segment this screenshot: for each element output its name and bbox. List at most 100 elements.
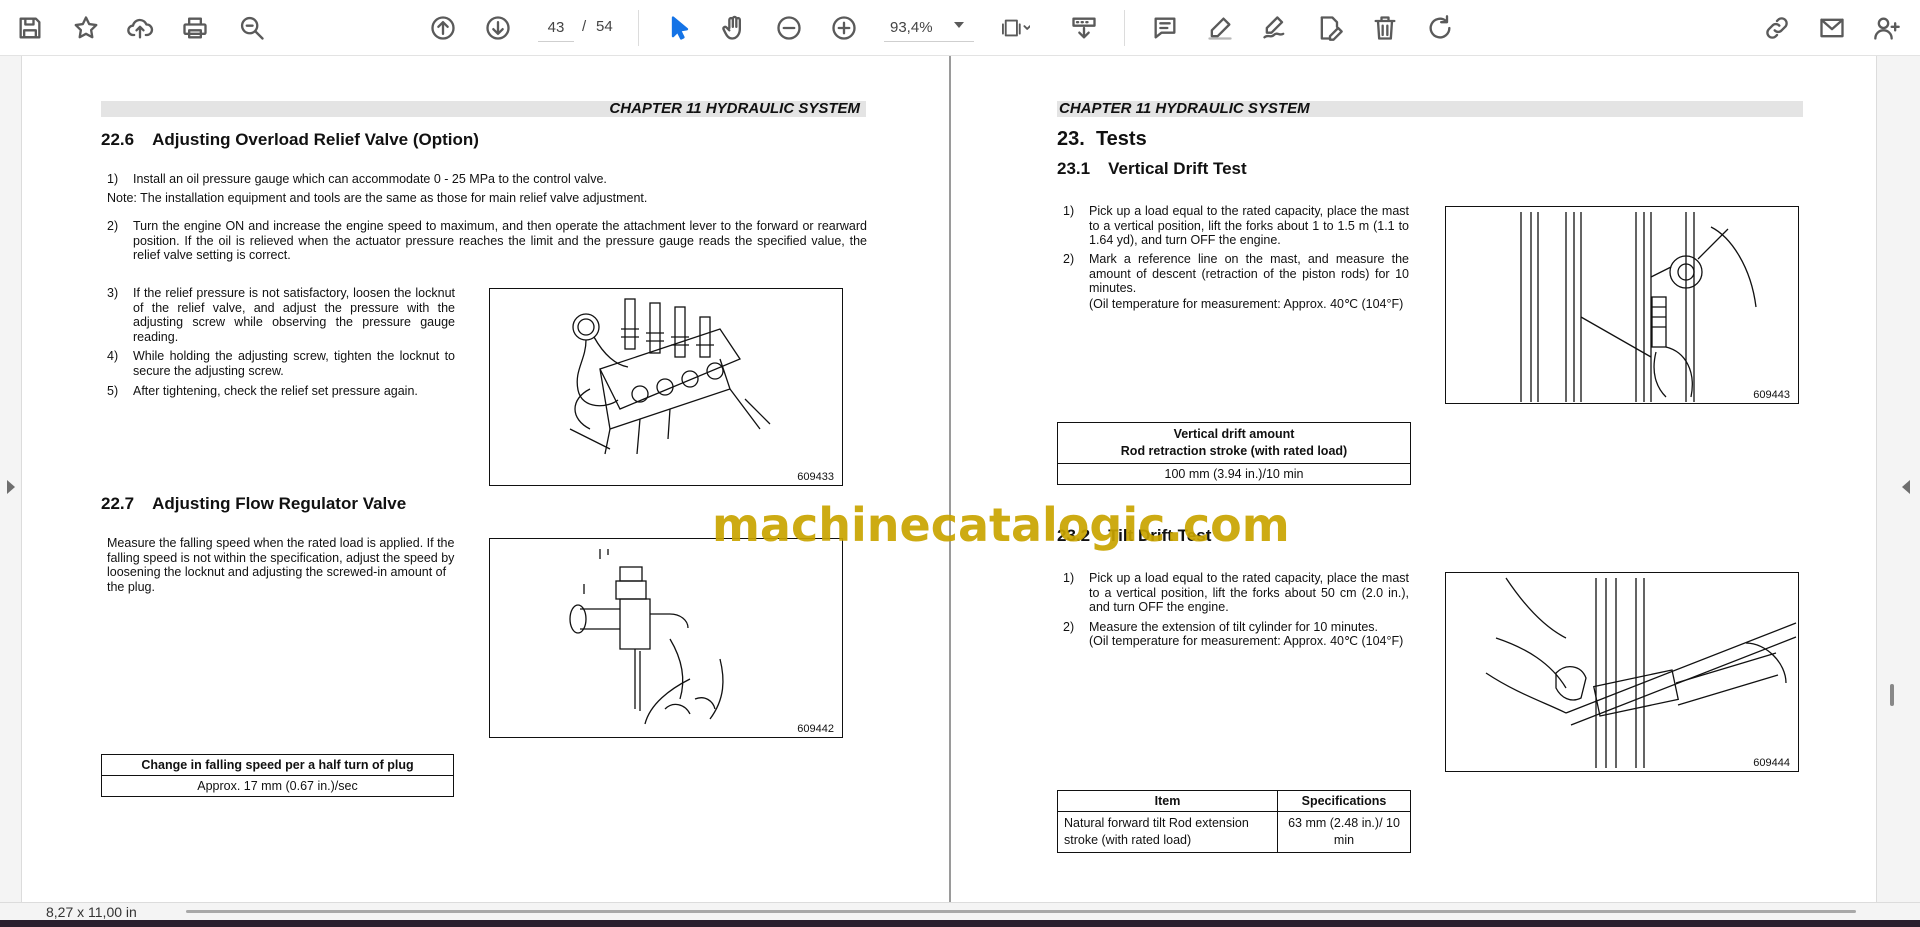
body-text: Measure the falling speed when the rated… [107, 536, 455, 594]
chevron-down-icon[interactable] [954, 22, 964, 28]
step-number: 4) [107, 349, 119, 363]
step-1: 1) Pick up a load equal to the rated cap… [1063, 204, 1409, 248]
select-cursor-icon[interactable] [660, 8, 700, 48]
table-cell: Approx. 17 mm (0.67 in.)/sec [101, 775, 454, 797]
table-cell: 63 mm (2.48 in.)/ 10 min [1277, 811, 1411, 853]
section-heading-22-6: 22.6 Adjusting Overload Relief Valve (Opt… [101, 130, 479, 150]
section-title: Adjusting Flow Regulator Valve [152, 494, 407, 513]
step-text: Pick up a load equal to the rated capaci… [1089, 204, 1409, 247]
note-text: Note: The installation equipment and too… [107, 191, 648, 205]
zoom-level-value: 93,4% [890, 19, 933, 36]
page-separator: / [582, 18, 587, 35]
figure-code: 609442 [797, 723, 834, 735]
tilt-cylinder-illustration [1485, 577, 1797, 768]
zoom-level-select[interactable]: 93,4% [884, 14, 974, 42]
fit-page-icon[interactable] [992, 8, 1040, 48]
share-link-icon[interactable] [1757, 8, 1797, 48]
page-total: 54 [596, 18, 613, 35]
search-zoom-icon[interactable] [232, 8, 272, 48]
table-cell: Natural forward tilt Rod extension strok… [1057, 811, 1278, 853]
rotate-icon[interactable] [1420, 8, 1460, 48]
section-number: 22.7 [101, 494, 135, 513]
left-panel-rail[interactable] [0, 56, 22, 902]
table-header: Item [1057, 790, 1278, 812]
figure-code: 609444 [1753, 757, 1790, 769]
horizontal-scrollbar[interactable] [186, 910, 1856, 913]
table-header-line-1: Vertical drift amount [1173, 427, 1295, 441]
table-header-line-2: Rod retraction stroke (with rated load) [1120, 444, 1348, 458]
section-number: 23. [1057, 128, 1085, 150]
cloud-upload-icon[interactable] [120, 8, 160, 48]
edit-text-icon[interactable] [1310, 8, 1350, 48]
step-number: 5) [107, 384, 119, 398]
comment-icon[interactable] [1145, 8, 1185, 48]
page-down-icon[interactable] [478, 8, 518, 48]
control-valve-illustration [569, 298, 771, 455]
step-text: Measure the extension of tilt cylinder f… [1089, 620, 1379, 634]
table-cell: 100 mm (3.94 in.)/10 min [1057, 463, 1411, 485]
zoom-in-icon[interactable] [824, 8, 864, 48]
delete-icon[interactable] [1365, 8, 1405, 48]
save-icon[interactable] [10, 8, 50, 48]
page-number-input[interactable] [538, 14, 574, 42]
figure-vertical-drift: 609443 [1445, 206, 1799, 404]
document-page-left: CHAPTER 11 HYDRAULIC SYSTEM 22.6 Adjustin… [23, 56, 949, 902]
document-page-right: CHAPTER 11 HYDRAULIC SYSTEM 23. Tests 23… [951, 56, 1876, 902]
draw-sign-icon[interactable] [1255, 8, 1295, 48]
toolbar: / 54 93,4% [0, 0, 1920, 56]
temperature-note: (Oil temperature for measurement: Approx… [1089, 634, 1404, 648]
scroll-mode-icon[interactable] [1064, 8, 1104, 48]
section-heading-23: 23. Tests [1057, 128, 1147, 151]
expand-left-panel-icon[interactable] [7, 480, 15, 494]
section-number: 23.1 [1057, 159, 1091, 178]
print-icon[interactable] [175, 8, 215, 48]
temperature-note: (Oil temperature for measurement: Approx… [1089, 297, 1404, 311]
section-heading-23-1: 23.1 Vertical Drift Test [1057, 159, 1247, 179]
step-3: 3) If the relief pressure is not satisfa… [107, 286, 455, 344]
section-title: Vertical Drift Test [1108, 159, 1247, 178]
hand-tool-icon[interactable] [714, 8, 754, 48]
chapter-header: CHAPTER 11 HYDRAULIC SYSTEM [101, 101, 866, 117]
step-2: 2) Mark a reference line on the mast, an… [1063, 252, 1409, 296]
tilt-drift-table: Item Specifications Natural forward tilt… [1057, 790, 1411, 853]
table-header: Change in falling speed per a half turn … [101, 754, 454, 776]
figure-code: 609443 [1753, 389, 1790, 401]
toolbar-separator [1124, 10, 1125, 46]
add-user-icon[interactable] [1867, 8, 1907, 48]
status-bar: 8,27 x 11,00 in [0, 902, 1920, 920]
chapter-header: CHAPTER 11 HYDRAULIC SYSTEM [1057, 101, 1803, 117]
zoom-out-icon[interactable] [769, 8, 809, 48]
figure-code: 609433 [797, 471, 834, 483]
email-icon[interactable] [1812, 8, 1852, 48]
document-viewer[interactable]: CHAPTER 11 HYDRAULIC SYSTEM 22.6 Adjustin… [0, 56, 1920, 902]
figure-tilt-drift: 609444 [1445, 572, 1799, 772]
window-bottom-edge [0, 920, 1920, 927]
step-number: 2) [1063, 620, 1075, 634]
bookmark-star-icon[interactable] [66, 8, 106, 48]
flow-regulator-illustration [569, 549, 724, 725]
mast-drift-illustration [1520, 212, 1757, 402]
table-header: Specifications [1277, 790, 1411, 812]
section-number: 22.6 [101, 130, 135, 149]
expand-right-panel-icon[interactable] [1902, 480, 1910, 494]
step-number: 2) [107, 219, 119, 233]
step-text: After tightening, check the relief set p… [133, 384, 418, 398]
step-2: 2) Turn the engine ON and increase the e… [107, 219, 867, 265]
step-4: 4) While holding the adjusting screw, ti… [107, 349, 455, 379]
vertical-scrollbar[interactable] [1890, 684, 1894, 706]
figure-control-valve-gauge: 609433 [489, 288, 843, 486]
step-number: 1) [1063, 571, 1075, 585]
section-title: Adjusting Overload Relief Valve (Option) [152, 130, 479, 149]
step-number: 1) [107, 172, 119, 186]
step-text: Mark a reference line on the mast, and m… [1089, 252, 1409, 295]
page-up-icon[interactable] [423, 8, 463, 48]
watermark-text: machinecatalogic.com [712, 498, 1290, 552]
figure-flow-regulator: 609442 [489, 538, 843, 738]
highlight-pen-icon[interactable] [1200, 8, 1240, 48]
section-title: Tests [1095, 128, 1147, 150]
step-number: 3) [107, 286, 119, 300]
right-panel-rail[interactable] [1876, 56, 1920, 902]
step-text: Turn the engine ON and increase the engi… [133, 219, 867, 262]
section-heading-22-7: 22.7 Adjusting Flow Regulator Valve [101, 494, 406, 514]
step-text: If the relief pressure is not satisfacto… [133, 286, 455, 344]
